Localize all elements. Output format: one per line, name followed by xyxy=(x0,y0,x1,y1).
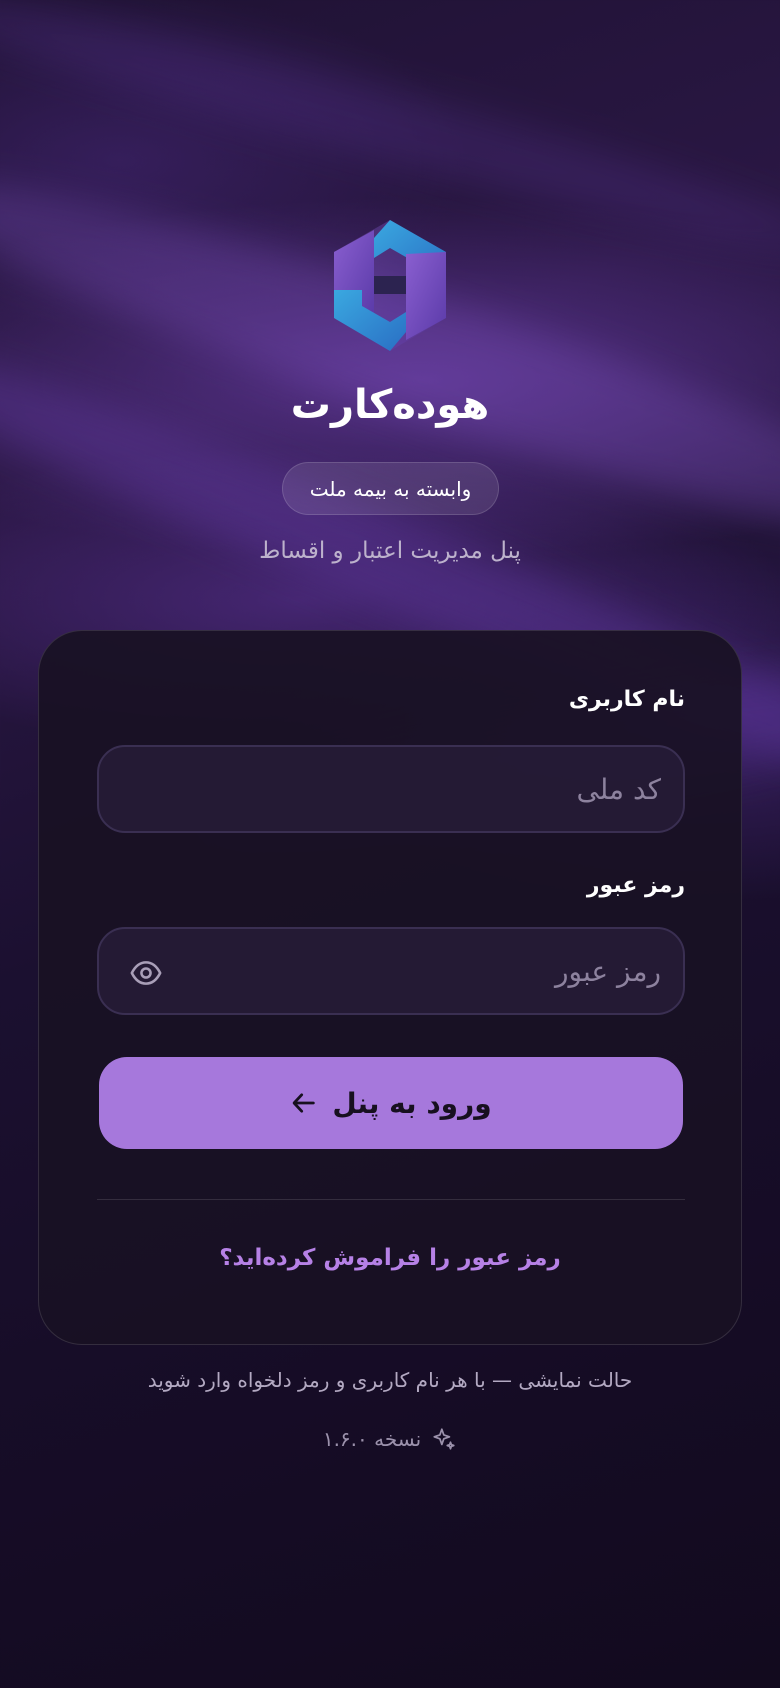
username-input[interactable] xyxy=(121,747,661,831)
forgot-password-link[interactable]: رمز عبور را فراموش کرده‌اید؟ xyxy=(39,1245,741,1271)
password-field-container xyxy=(97,927,685,1015)
login-submit-label: ورود به پنل xyxy=(332,1086,492,1120)
affiliation-badge: وابسته به بیمه ملت xyxy=(282,462,499,515)
demo-mode-note: حالت نمایشی — با هر نام کاربری و رمز دلخ… xyxy=(147,1368,633,1392)
password-label: رمز عبور xyxy=(586,873,685,898)
password-input[interactable] xyxy=(121,929,661,1013)
sparkle-icon xyxy=(433,1428,455,1450)
app-title: هوده‌کارت xyxy=(290,382,490,428)
username-field-container xyxy=(97,745,685,833)
eye-icon[interactable] xyxy=(129,956,163,990)
app-subtitle: پنل مدیریت اعتبار و اقساط xyxy=(259,538,521,564)
card-divider xyxy=(97,1199,685,1200)
arrow-left-icon xyxy=(293,1093,316,1113)
login-card: نام کاربری رمز عبور ورود به پنل رمز عبور… xyxy=(38,630,742,1345)
version-info: نسخه ۱.۶.۰ xyxy=(0,1426,780,1452)
hexagon-h-logo xyxy=(334,220,446,351)
username-label: نام کاربری xyxy=(568,687,685,712)
version-label: نسخه ۱.۶.۰ xyxy=(322,1427,422,1451)
login-submit-button[interactable]: ورود به پنل xyxy=(99,1057,683,1149)
